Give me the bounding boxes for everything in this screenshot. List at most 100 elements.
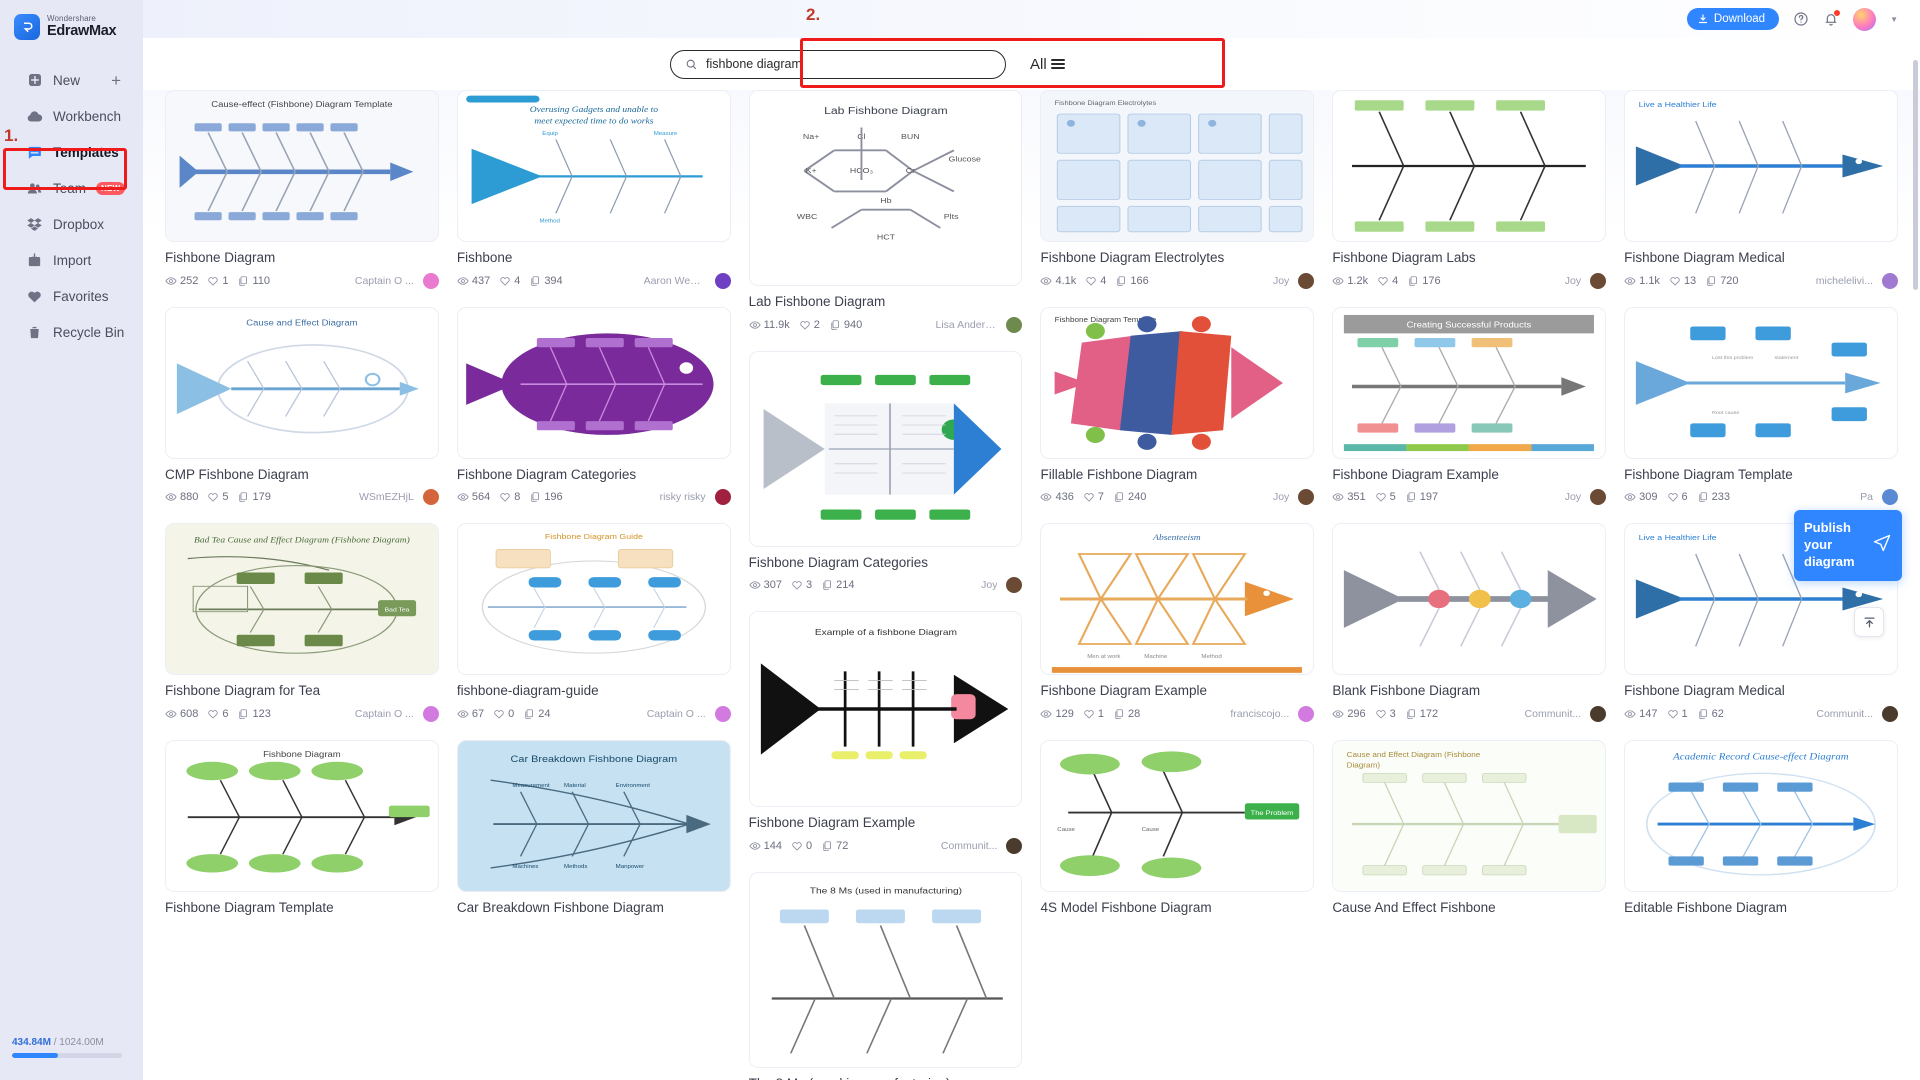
template-author[interactable]: Aaron Wesl... — [644, 275, 706, 287]
template-author[interactable]: Captain O ... — [355, 275, 414, 287]
template-thumbnail[interactable]: Lab Fishbone Diagram Na+ClBUN K+HCO₃Cr G… — [748, 90, 1023, 286]
author-avatar[interactable] — [714, 489, 731, 506]
sidebar-item-team[interactable]: Team NEW — [8, 170, 135, 206]
template-card[interactable]: Fishbone Diagram Guide fishbone-diagram-… — [456, 523, 731, 722]
template-card[interactable]: Lost this problem statement Root cause Fis… — [1624, 306, 1898, 506]
template-card[interactable]: Cause and Effect Diagram (Fishbone Diagr… — [1332, 739, 1607, 916]
author-avatar[interactable] — [1881, 489, 1898, 506]
template-thumbnail[interactable]: Lost this problem statement Root cause — [1624, 306, 1898, 459]
template-thumbnail[interactable]: Cause and Effect Diagram — [165, 306, 439, 459]
author-avatar[interactable] — [1298, 705, 1315, 722]
template-card[interactable]: Car Breakdown Fishbone Diagram Measureme… — [456, 739, 731, 916]
template-thumbnail[interactable]: Creating Successful Products — [1332, 306, 1607, 459]
template-thumbnail[interactable]: Fishbone Diagram Electrolytes — [1040, 90, 1315, 242]
template-thumbnail[interactable]: Example of a fishbone Diagram — [748, 611, 1023, 808]
author-avatar[interactable] — [422, 489, 439, 506]
author-avatar[interactable] — [1590, 489, 1607, 506]
author-avatar[interactable] — [1881, 272, 1898, 289]
template-thumbnail[interactable] — [1332, 90, 1607, 242]
author-avatar[interactable] — [1006, 837, 1023, 854]
sidebar-item-recycle-bin[interactable]: Recycle Bin — [8, 314, 135, 350]
author-avatar[interactable] — [714, 272, 731, 289]
author-avatar[interactable] — [1590, 272, 1607, 289]
author-avatar[interactable] — [1298, 489, 1315, 506]
template-card[interactable]: Live a Healthier Life Fishbone Diagram M… — [1624, 90, 1898, 289]
avatar[interactable] — [1853, 7, 1877, 31]
template-author[interactable]: Communit... — [1525, 708, 1582, 720]
template-thumbnail[interactable]: Fishbone Diagram Guide — [456, 523, 731, 676]
template-card[interactable]: Absenteeism Men at work Machine Method Fis… — [1040, 523, 1315, 722]
template-card[interactable]: Bad Tea Cause and Effect Diagram (Fishbo… — [165, 523, 439, 722]
template-thumbnail[interactable]: Fishbone Diagram Templete — [1040, 306, 1315, 459]
brand-logo-area[interactable]: Wondershare EdrawMax — [0, 0, 143, 40]
template-card[interactable]: Fishbone Diagram Labs 1.2k 4 176 Joy — [1332, 90, 1607, 289]
template-card[interactable]: Blank Fishbone Diagram 296 3 172 Communit... — [1332, 523, 1607, 722]
scroll-to-top-button[interactable] — [1854, 607, 1884, 637]
template-author[interactable]: WSmEZHjL — [359, 491, 414, 503]
template-thumbnail[interactable] — [1332, 523, 1607, 676]
sidebar-item-dropbox[interactable]: Dropbox — [8, 206, 135, 242]
template-author[interactable]: Captain O ... — [647, 708, 706, 720]
author-avatar[interactable] — [1006, 577, 1023, 594]
template-card[interactable]: Fishbone Diagram Templete Fillable Fishb… — [1040, 306, 1315, 506]
template-card[interactable]: Lab Fishbone Diagram Na+ClBUN K+HCO₃Cr G… — [748, 90, 1023, 333]
template-author[interactable]: Communit... — [1816, 708, 1873, 720]
template-thumbnail[interactable] — [748, 350, 1023, 547]
template-author[interactable]: michelelivi... — [1816, 275, 1873, 287]
template-author[interactable]: Joy — [1565, 491, 1581, 503]
template-author[interactable]: Communit... — [941, 840, 998, 852]
template-thumbnail[interactable]: Cause-effect (Fishbone) Diagram Template — [165, 90, 439, 242]
template-thumbnail[interactable]: Live a Healthier Life — [1624, 90, 1898, 242]
template-thumbnail[interactable]: Car Breakdown Fishbone Diagram Measureme… — [456, 739, 731, 892]
sidebar-item-import[interactable]: Import — [8, 242, 135, 278]
filter-all-button[interactable]: All — [1030, 56, 1065, 73]
download-button[interactable]: Download — [1686, 8, 1780, 30]
template-thumbnail[interactable]: The 8 Ms (used in manufacturing) — [748, 871, 1023, 1068]
template-author[interactable]: Lisa Anders... — [935, 319, 997, 331]
template-card[interactable]: Fishbone Diagram Fishbone Diagram Templa… — [165, 739, 439, 916]
template-card[interactable]: Fishbone Diagram Categories 307 3 214 Joy — [748, 350, 1023, 594]
author-avatar[interactable] — [1881, 705, 1898, 722]
template-thumbnail[interactable]: The Problem Cause Cause — [1040, 739, 1315, 892]
template-author[interactable]: Pa — [1860, 491, 1873, 503]
template-card[interactable]: Cause Fishbone Diagram Categories 564 8 196… — [456, 306, 731, 506]
sidebar-item-favorites[interactable]: Favorites — [8, 278, 135, 314]
author-avatar[interactable] — [1006, 316, 1023, 333]
template-thumbnail[interactable]: Bad Tea Cause and Effect Diagram (Fishbo… — [165, 523, 439, 676]
template-card[interactable]: Example of a fishbone Diagram Fishbone D… — [748, 611, 1023, 854]
template-thumbnail[interactable]: Overusing Gadgets and unable to meet exp… — [456, 90, 731, 242]
vertical-scrollbar[interactable] — [1913, 60, 1918, 290]
template-thumbnail[interactable]: Cause and Effect Diagram (Fishbone Diagr… — [1332, 739, 1607, 892]
add-new-icon[interactable]: + — [111, 71, 121, 91]
author-avatar[interactable] — [422, 705, 439, 722]
template-card[interactable]: Academic Record Cause-effect Diagram Edi… — [1624, 739, 1898, 916]
publish-your-diagram-button[interactable]: Publish your diagram — [1794, 510, 1902, 581]
notifications-bell-icon[interactable] — [1823, 10, 1841, 27]
author-avatar[interactable] — [1298, 272, 1315, 289]
template-author[interactable]: franciscojo... — [1230, 708, 1289, 720]
template-thumbnail[interactable]: Academic Record Cause-effect Diagram — [1624, 739, 1898, 892]
template-card[interactable]: Fishbone Diagram Electrolytes Fishbone D… — [1040, 90, 1315, 289]
template-author[interactable]: Joy — [1273, 491, 1289, 503]
template-author[interactable]: Captain O ... — [355, 708, 414, 720]
search-input[interactable]: fishbone diagram — [670, 49, 1006, 79]
template-thumbnail[interactable]: Fishbone Diagram — [165, 739, 439, 892]
template-author[interactable]: Joy — [1273, 275, 1289, 287]
template-card[interactable]: Cause and Effect Diagram CMP Fishbone Di… — [165, 306, 439, 506]
author-avatar[interactable] — [714, 705, 731, 722]
sidebar-item-templates[interactable]: Templates — [8, 134, 135, 170]
template-thumbnail[interactable]: Absenteeism Men at work Machine Method — [1040, 523, 1315, 676]
templates-grid-area[interactable]: Cause-effect (Fishbone) Diagram Template… — [143, 90, 1920, 1080]
template-card[interactable]: Cause-effect (Fishbone) Diagram Template… — [165, 90, 439, 289]
author-avatar[interactable] — [422, 272, 439, 289]
template-card[interactable]: Overusing Gadgets and unable to meet exp… — [456, 90, 731, 289]
chevron-down-icon[interactable]: ▼ — [1890, 15, 1898, 24]
template-card[interactable]: The Problem Cause Cause 4S Model Fishbone… — [1040, 739, 1315, 916]
template-author[interactable]: Joy — [981, 579, 997, 591]
template-thumbnail[interactable]: Cause — [456, 306, 731, 459]
sidebar-item-workbench[interactable]: Workbench — [8, 98, 135, 134]
author-avatar[interactable] — [1590, 705, 1607, 722]
template-author[interactable]: risky risky — [660, 491, 706, 503]
template-card[interactable]: Creating Successful Products Fishbone Di… — [1332, 306, 1607, 506]
help-icon[interactable] — [1793, 11, 1809, 27]
